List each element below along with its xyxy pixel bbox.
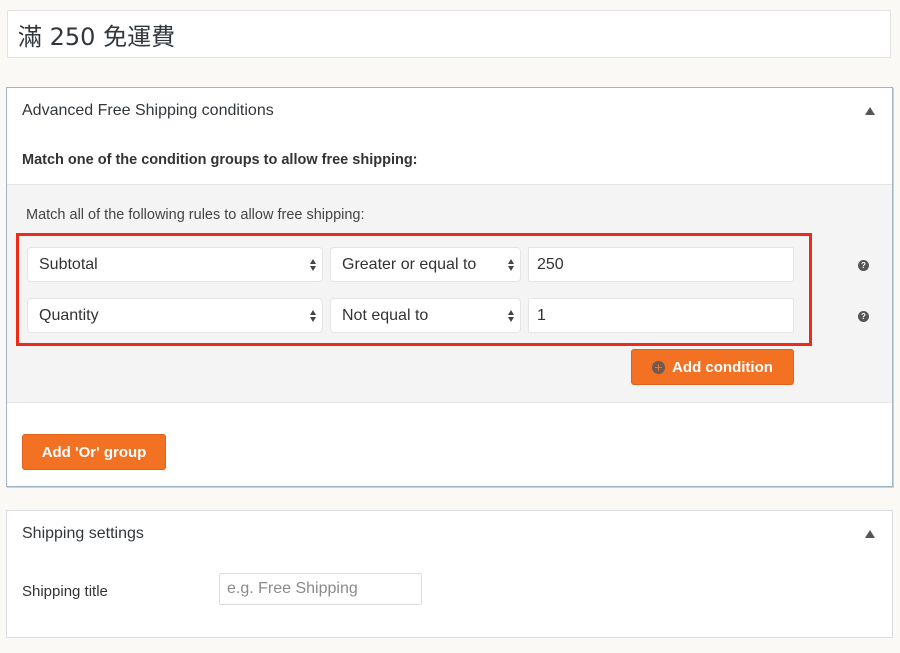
condition-select[interactable]: Subtotal — [27, 247, 323, 282]
condition-value-input[interactable]: 1 — [528, 298, 794, 333]
shipping-settings-metabox: Shipping settings Shipping title e.g. Fr… — [6, 510, 893, 638]
select-arrows-icon — [508, 258, 514, 271]
plus-circle-icon — [652, 360, 666, 374]
select-arrows-icon — [310, 309, 316, 322]
operator-select-value: Not equal to — [342, 306, 429, 324]
shipping-title-placeholder: e.g. Free Shipping — [227, 580, 358, 597]
add-or-group-button[interactable]: Add 'Or' group — [22, 434, 166, 470]
shipping-title-input[interactable]: e.g. Free Shipping — [219, 573, 422, 605]
condition-select-value: Subtotal — [39, 255, 98, 273]
condition-select-value: Quantity — [39, 306, 99, 324]
help-icon[interactable]: ? — [858, 311, 869, 322]
select-arrows-icon — [508, 309, 514, 322]
add-condition-label: Add condition — [672, 358, 773, 376]
shipping-settings-header[interactable]: Shipping settings — [7, 511, 892, 557]
operator-select-value: Greater or equal to — [342, 255, 477, 273]
conditions-metabox-title: Advanced Free Shipping conditions — [22, 102, 274, 119]
condition-value-text: 250 — [537, 255, 564, 273]
select-arrows-icon — [310, 258, 316, 271]
collapse-toggle-icon[interactable] — [865, 530, 875, 538]
condition-group-label: Match all of the following rules to allo… — [26, 207, 365, 223]
conditions-metabox: Advanced Free Shipping conditions Match … — [6, 87, 893, 487]
condition-value-text: 1 — [537, 306, 546, 324]
shipping-title-label: Shipping title — [22, 583, 108, 600]
conditions-intro-text: Match one of the condition groups to all… — [22, 152, 418, 168]
help-icon[interactable]: ? — [858, 260, 869, 271]
operator-select[interactable]: Not equal to — [330, 298, 521, 333]
shipping-settings-title: Shipping settings — [22, 525, 144, 542]
condition-value-input[interactable]: 250 — [528, 247, 794, 282]
condition-select[interactable]: Quantity — [27, 298, 323, 333]
collapse-toggle-icon[interactable] — [865, 107, 875, 115]
operator-select[interactable]: Greater or equal to — [330, 247, 521, 282]
add-condition-button[interactable]: Add condition — [631, 349, 794, 385]
condition-group: Match all of the following rules to allo… — [7, 184, 892, 403]
conditions-metabox-header[interactable]: Advanced Free Shipping conditions — [7, 88, 892, 134]
post-title-input[interactable]: 滿 250 免運費 — [7, 10, 891, 58]
